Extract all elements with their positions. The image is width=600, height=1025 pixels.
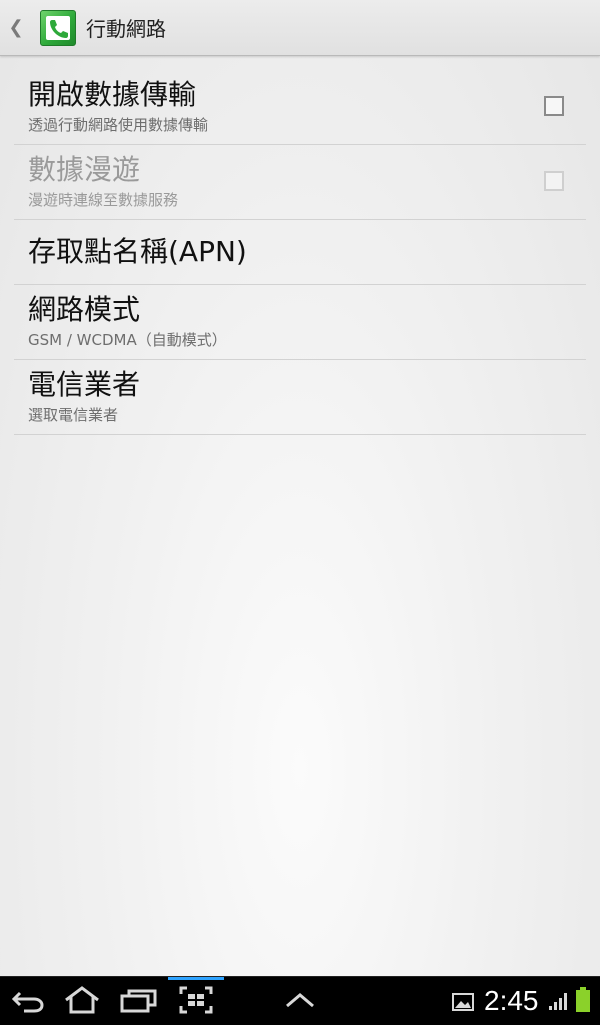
setting-network-operator[interactable]: 電信業者 選取電信業者 — [14, 360, 586, 435]
system-bar: 2:45 — [0, 976, 600, 1025]
setting-summary: 透過行動網路使用數據傳輸 — [28, 116, 209, 134]
chevron-left-icon[interactable]: ❮ — [0, 17, 32, 38]
data-roaming-checkbox — [544, 171, 564, 191]
setting-mobile-data[interactable]: 開啟數據傳輸 透過行動網路使用數據傳輸 — [14, 70, 586, 145]
phone-icon[interactable] — [40, 9, 76, 46]
action-bar: ❮ 行動網路 — [0, 0, 600, 56]
screenshot-highlight — [168, 977, 224, 980]
back-icon[interactable] — [10, 985, 46, 1015]
setting-summary: 漫遊時連線至數據服務 — [28, 191, 179, 209]
menu-up-icon[interactable] — [284, 985, 316, 1015]
gallery-notification-icon[interactable] — [452, 993, 474, 1011]
setting-network-mode[interactable]: 網路模式 GSM / WCDMA（自動模式） — [14, 285, 586, 360]
setting-title: 數據漫遊 — [28, 153, 141, 186]
page-title: 行動網路 — [86, 17, 166, 41]
battery-icon — [575, 987, 591, 1013]
mobile-data-checkbox[interactable] — [544, 96, 564, 116]
status-clock: 2:45 — [484, 985, 539, 1016]
setting-data-roaming: 數據漫遊 漫遊時連線至數據服務 — [14, 145, 586, 220]
setting-title: 電信業者 — [28, 368, 141, 401]
setting-summary: GSM / WCDMA（自動模式） — [28, 331, 227, 349]
signal-icon — [548, 991, 568, 1011]
setting-summary: 選取電信業者 — [28, 406, 119, 424]
settings-list: 開啟數據傳輸 透過行動網路使用數據傳輸 數據漫遊 漫遊時連線至數據服務 存取點名… — [14, 70, 586, 435]
home-icon[interactable] — [62, 985, 102, 1015]
setting-title: 存取點名稱(APN) — [28, 235, 247, 268]
setting-apn[interactable]: 存取點名稱(APN) — [14, 220, 586, 285]
screenshot-icon[interactable] — [178, 985, 214, 1015]
setting-title: 開啟數據傳輸 — [28, 78, 197, 111]
setting-title: 網路模式 — [28, 293, 141, 326]
recent-apps-icon[interactable] — [120, 985, 158, 1015]
